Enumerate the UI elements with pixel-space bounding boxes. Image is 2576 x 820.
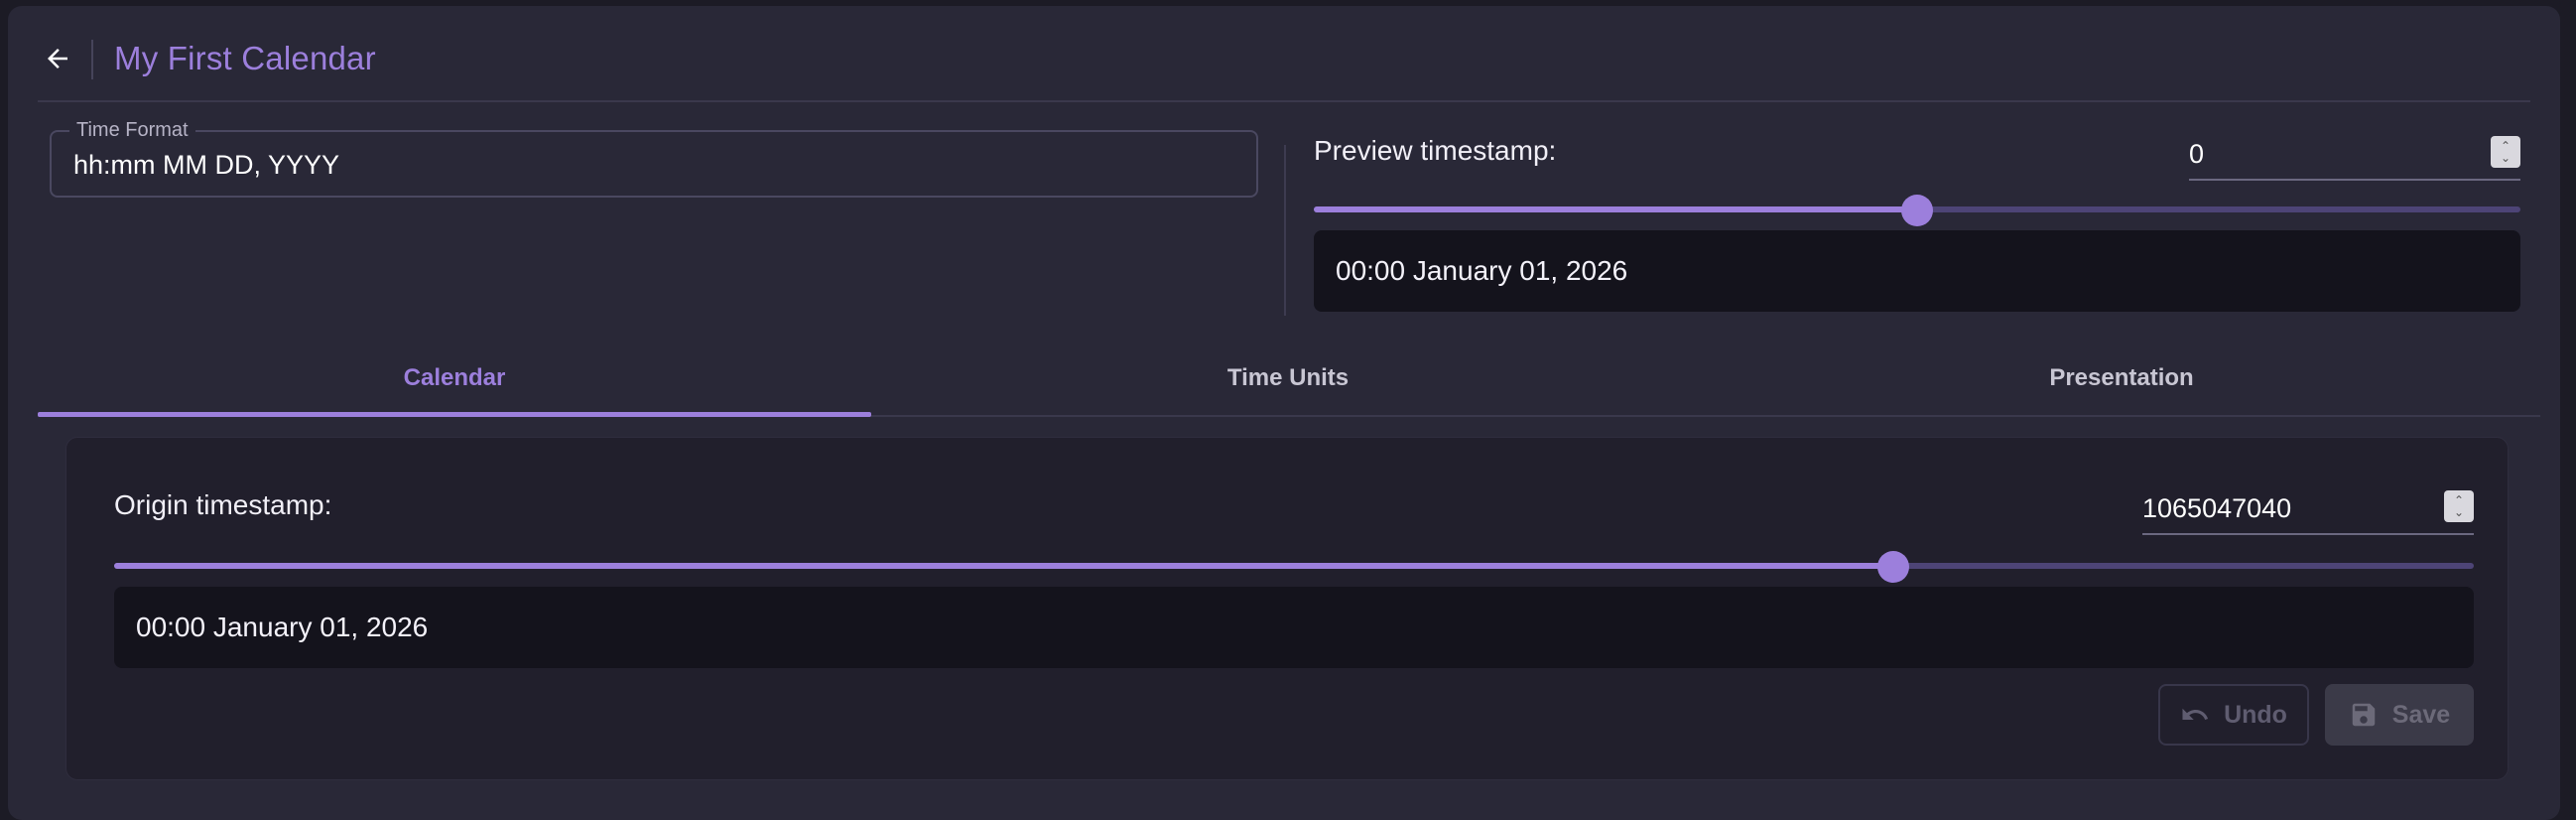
save-button[interactable]: Save	[2325, 684, 2474, 746]
header-divider	[91, 40, 93, 79]
undo-button[interactable]: Undo	[2158, 684, 2309, 746]
tab-time-units[interactable]: Time Units	[871, 342, 1705, 415]
origin-timestamp-field[interactable]: ⌃ ⌄	[2142, 487, 2474, 535]
page-title: My First Calendar	[114, 40, 376, 76]
slider-thumb[interactable]	[1901, 195, 1933, 226]
back-button[interactable]	[40, 41, 75, 76]
header-divider-line	[38, 100, 2530, 102]
calendar-panel: Origin timestamp: ⌃ ⌄ 00:00 January 01, …	[65, 437, 2509, 780]
origin-timestamp-input[interactable]	[2142, 491, 2400, 525]
preview-timestamp-label: Preview timestamp:	[1314, 135, 1557, 166]
app-window: My First Calendar Time Format Preview ti…	[8, 6, 2560, 820]
slider-thumb[interactable]	[1877, 551, 1909, 583]
arrow-left-icon	[48, 49, 67, 68]
preview-timestamp-input[interactable]	[2189, 137, 2447, 171]
time-format-input[interactable]	[73, 148, 1234, 182]
preview-timestamp-field[interactable]: ⌃ ⌄	[2189, 133, 2520, 181]
floppy-disk-icon	[2352, 703, 2376, 727]
active-tab-indicator	[38, 412, 871, 417]
slider-fill	[114, 563, 1893, 569]
save-label: Save	[2391, 700, 2451, 729]
tab-label: Presentation	[2049, 364, 2194, 391]
preview-timestamp-slider[interactable]	[1314, 195, 2520, 226]
undo-label: Undo	[2224, 700, 2287, 729]
chevron-down-icon: ⌄	[2453, 505, 2465, 519]
time-format-label: Time Format	[69, 119, 195, 142]
origin-output: 00:00 January 01, 2026	[114, 587, 2474, 668]
tab-presentation[interactable]: Presentation	[1705, 342, 2538, 415]
header: My First Calendar	[8, 6, 2560, 102]
origin-timestamp-slider[interactable]	[114, 551, 2474, 583]
tab-calendar[interactable]: Calendar	[38, 342, 871, 417]
preview-timestamp-spinner[interactable]: ⌃ ⌄	[2491, 136, 2520, 168]
chevron-down-icon: ⌄	[2500, 151, 2512, 165]
vertical-divider	[1284, 145, 1286, 316]
preview-output: 00:00 January 01, 2026	[1314, 230, 2520, 312]
tab-label: Calendar	[403, 364, 506, 391]
undo-icon	[2182, 708, 2209, 720]
slider-fill	[1314, 206, 1917, 212]
time-format-field[interactable]: Time Format	[50, 119, 1258, 198]
tab-label: Time Units	[1226, 364, 1350, 391]
origin-timestamp-spinner[interactable]: ⌃ ⌄	[2444, 490, 2474, 522]
origin-timestamp-label: Origin timestamp:	[114, 489, 332, 520]
tab-bar: Calendar Time Units Presentation	[38, 342, 2540, 417]
